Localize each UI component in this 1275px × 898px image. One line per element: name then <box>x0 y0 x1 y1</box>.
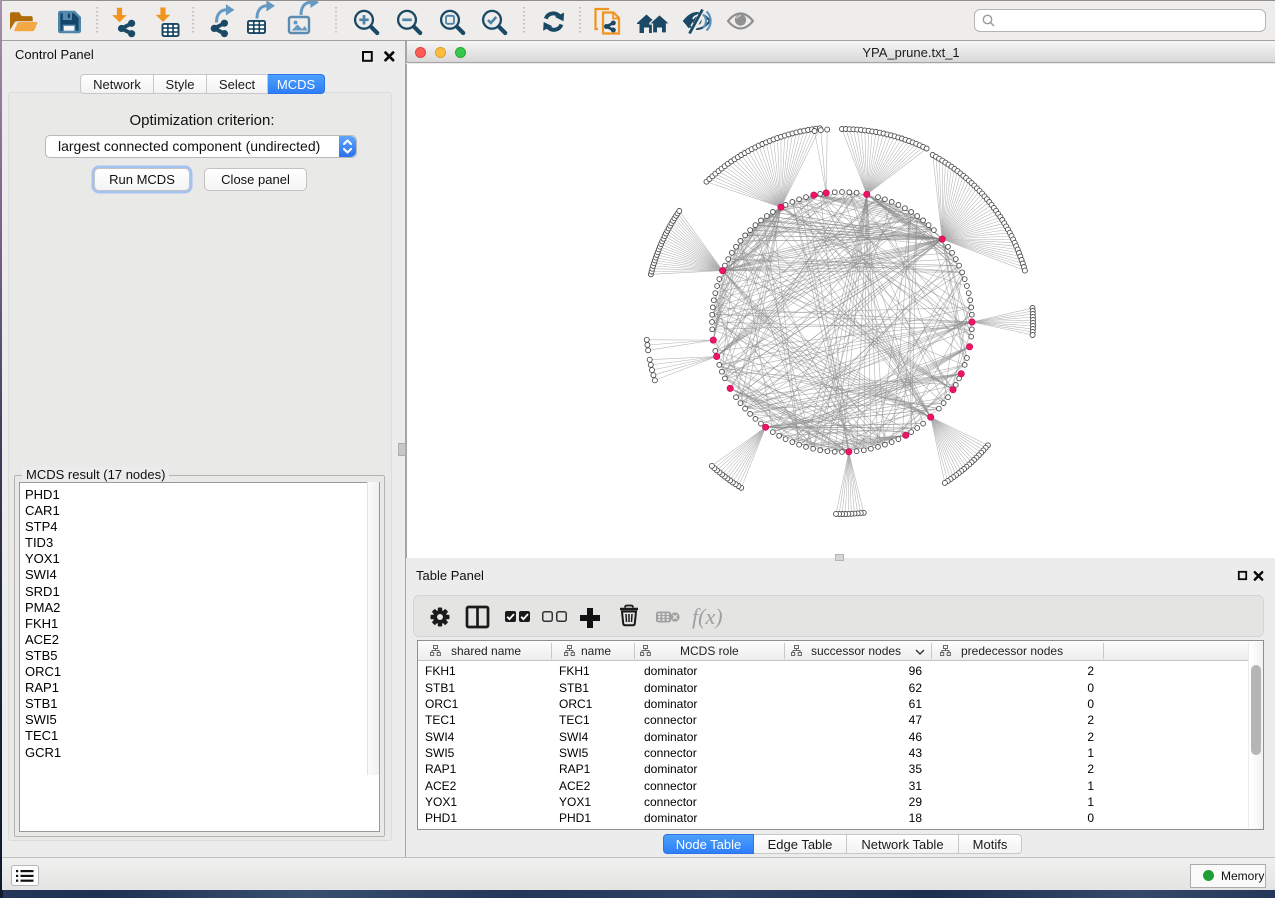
svg-text:f(x): f(x) <box>692 604 723 629</box>
